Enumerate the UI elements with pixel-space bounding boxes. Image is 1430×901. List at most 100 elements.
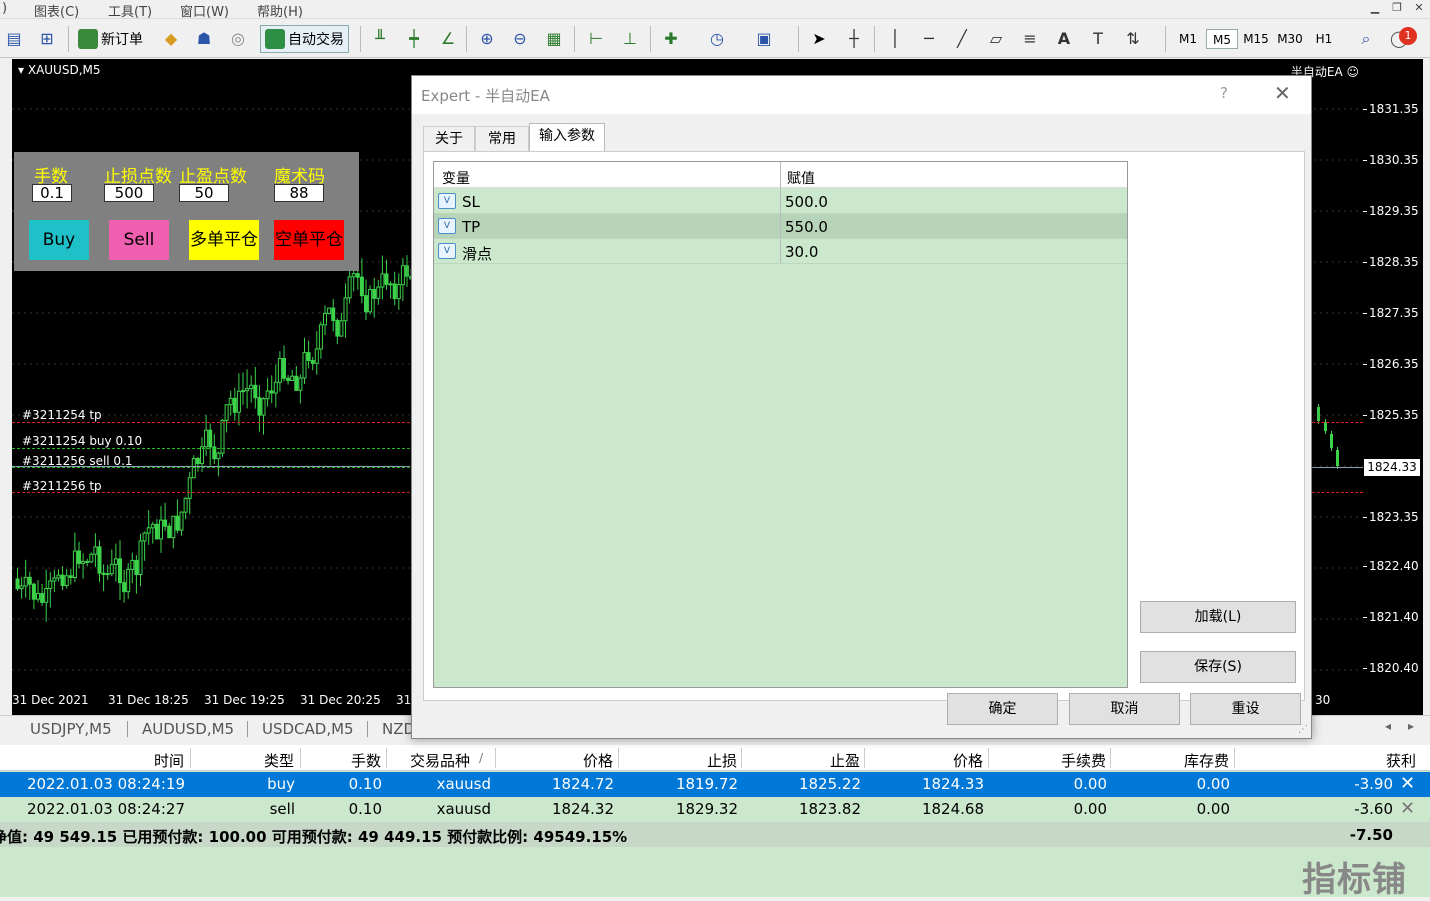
auto-trading-button[interactable]: 自动交易 (260, 25, 349, 53)
cancel-button[interactable]: 取消 (1069, 693, 1180, 725)
indicators-icon[interactable]: ✚ (660, 28, 682, 50)
stoploss-input[interactable]: 500 (104, 184, 154, 202)
candlestick-icon[interactable]: ┿ (403, 28, 425, 50)
ok-button[interactable]: 确定 (947, 693, 1058, 725)
menu-item-charts[interactable]: 图表(C) (34, 1, 79, 20)
channel-icon[interactable]: ▱ (985, 28, 1007, 50)
column-header[interactable]: 止损 (640, 750, 737, 771)
candle-body (380, 273, 385, 288)
cell-time: 2022.01.03 08:24:19 (26, 775, 185, 793)
candle-body (150, 523, 155, 529)
search-icon[interactable]: ⌕ (1355, 28, 1377, 50)
auto-scroll-icon[interactable]: ⊢ (585, 28, 607, 50)
close-icon[interactable]: ✕ (1408, 1, 1430, 14)
minimize-icon[interactable]: ▁ (1364, 1, 1386, 14)
tab-about[interactable]: 关于 (423, 126, 475, 151)
text-icon[interactable]: A (1053, 28, 1075, 50)
column-header[interactable]: 止盈 (760, 750, 860, 771)
menu-item-help[interactable]: 帮助(H) (257, 1, 303, 20)
column-header[interactable]: 手数 (320, 750, 381, 771)
zoom-out-icon[interactable]: ⊖ (509, 28, 531, 50)
column-value[interactable]: 赋值 (787, 168, 815, 188)
chart-shift-icon[interactable]: ⊥ (619, 28, 641, 50)
tab-inputs[interactable]: 输入参数 (529, 123, 605, 152)
total-profit: -7.50 (1349, 826, 1393, 844)
parameter-value[interactable]: 500.0 (785, 193, 828, 211)
help-icon[interactable]: ? (1220, 84, 1228, 102)
column-header[interactable]: 时间 (100, 750, 184, 771)
chart-tab[interactable]: USDCAD,M5 (262, 720, 354, 738)
arrows-icon[interactable]: ⇅ (1122, 28, 1144, 50)
menu-item-window[interactable]: 窗口(W) (180, 1, 229, 20)
candle-body (286, 377, 291, 382)
tile-windows-icon[interactable]: ▦ (543, 28, 565, 50)
templates-icon[interactable]: ▣ (753, 28, 775, 50)
cell-symbol: xauusd (436, 775, 491, 793)
chart-tab[interactable]: USDJPY,M5 (30, 720, 112, 738)
load-button[interactable]: 加载(L) (1140, 601, 1296, 633)
close-long-button[interactable]: 多单平仓 (189, 220, 259, 260)
signals-icon[interactable]: ◎ (227, 28, 249, 50)
tab-scroll-right-icon[interactable]: ▸ (1408, 719, 1414, 733)
restore-icon[interactable]: ❐ (1386, 1, 1408, 14)
market-watch-icon[interactable]: ▤ (3, 28, 25, 50)
cell-open-price: 1824.72 (551, 775, 614, 793)
chart-symbol-label[interactable]: ▾ XAUUSD,M5 (18, 63, 101, 77)
meta-editor-icon[interactable]: ◆ (160, 28, 182, 50)
cursor-icon[interactable]: ➤ (808, 28, 830, 50)
crosshair-icon[interactable]: ┼ (843, 28, 865, 50)
column-header[interactable]: 手续费 (1010, 750, 1106, 771)
line-chart-icon[interactable]: ∠ (437, 28, 459, 50)
column-header[interactable]: 库存费 (1130, 750, 1229, 771)
account-summary: 净值: 49 549.15 已用预付款: 100.00 可用预付款: 49 44… (0, 828, 628, 846)
column-variable[interactable]: 变量 (442, 168, 470, 188)
takeprofit-input[interactable]: 50 (179, 184, 229, 202)
candle-body (249, 384, 254, 390)
order-label: #3211256 sell 0.1 (22, 454, 133, 468)
timeframe-m30[interactable]: M30 (1274, 29, 1306, 49)
new-order-button[interactable]: 新订单 (78, 25, 143, 53)
close-icon[interactable]: ✕ (1274, 81, 1291, 105)
parameter-value[interactable]: 550.0 (785, 218, 828, 236)
timeframe-m1[interactable]: M1 (1172, 29, 1204, 49)
magic-input[interactable]: 88 (274, 184, 324, 202)
tab-scroll-left-icon[interactable]: ◂ (1385, 719, 1391, 733)
column-header[interactable]: 获利 (1300, 750, 1416, 771)
timeframe-m5[interactable]: M5 (1206, 29, 1238, 49)
buy-button[interactable]: Buy (29, 220, 89, 260)
reset-button[interactable]: 重设 (1190, 693, 1301, 725)
column-header[interactable]: 类型 (220, 750, 294, 771)
strategy-tester-icon[interactable]: ☗ (193, 28, 215, 50)
resize-grip-icon[interactable]: ⋰ (1298, 724, 1308, 735)
zoom-in-icon[interactable]: ⊕ (476, 28, 498, 50)
close-position-icon[interactable]: ✕ (1400, 773, 1415, 794)
column-header[interactable]: 价格 (880, 750, 983, 771)
sell-button[interactable]: Sell (109, 220, 169, 260)
vertical-line-icon[interactable]: │ (884, 28, 906, 50)
timeframe-h1[interactable]: H1 (1308, 29, 1340, 49)
horizontal-line-icon[interactable]: ─ (918, 28, 940, 50)
periods-icon[interactable]: ◷ (706, 28, 728, 50)
candle-body (19, 585, 24, 590)
trade-row[interactable]: 2022.01.03 08:24:27 sell 0.10 xauusd 182… (0, 797, 1430, 822)
tab-common[interactable]: 常用 (475, 126, 529, 151)
close-short-button[interactable]: 空单平仓 (274, 220, 344, 260)
candle-body (364, 295, 368, 313)
chart-zoom-icon[interactable]: ⊞ (36, 28, 58, 50)
menu-item-tools[interactable]: 工具(T) (108, 1, 152, 20)
fibonacci-icon[interactable]: ≡ (1019, 28, 1041, 50)
menu-item-partial[interactable]: ) (2, 1, 7, 16)
bar-chart-icon[interactable]: ╨ (369, 28, 391, 50)
column-header[interactable]: 价格 (520, 750, 613, 771)
timeframe-m15[interactable]: M15 (1240, 29, 1272, 49)
column-header[interactable]: 交易品种 (390, 750, 470, 771)
lots-input[interactable]: 0.1 (32, 184, 72, 202)
close-position-icon[interactable]: ✕ (1400, 798, 1415, 819)
trend-line-icon[interactable]: ╱ (951, 28, 973, 50)
parameter-value[interactable]: 30.0 (785, 243, 818, 261)
chart-tab[interactable]: AUDUSD,M5 (142, 720, 234, 738)
trade-row[interactable]: 2022.01.03 08:24:19 buy 0.10 xauusd 1824… (0, 772, 1430, 797)
text-label-icon[interactable]: T (1087, 28, 1109, 50)
parameters-table[interactable]: 变量 赋值 V SL 500.0 V TP 550.0 V 滑点 30.0 (433, 161, 1128, 688)
save-button[interactable]: 保存(S) (1140, 651, 1296, 683)
